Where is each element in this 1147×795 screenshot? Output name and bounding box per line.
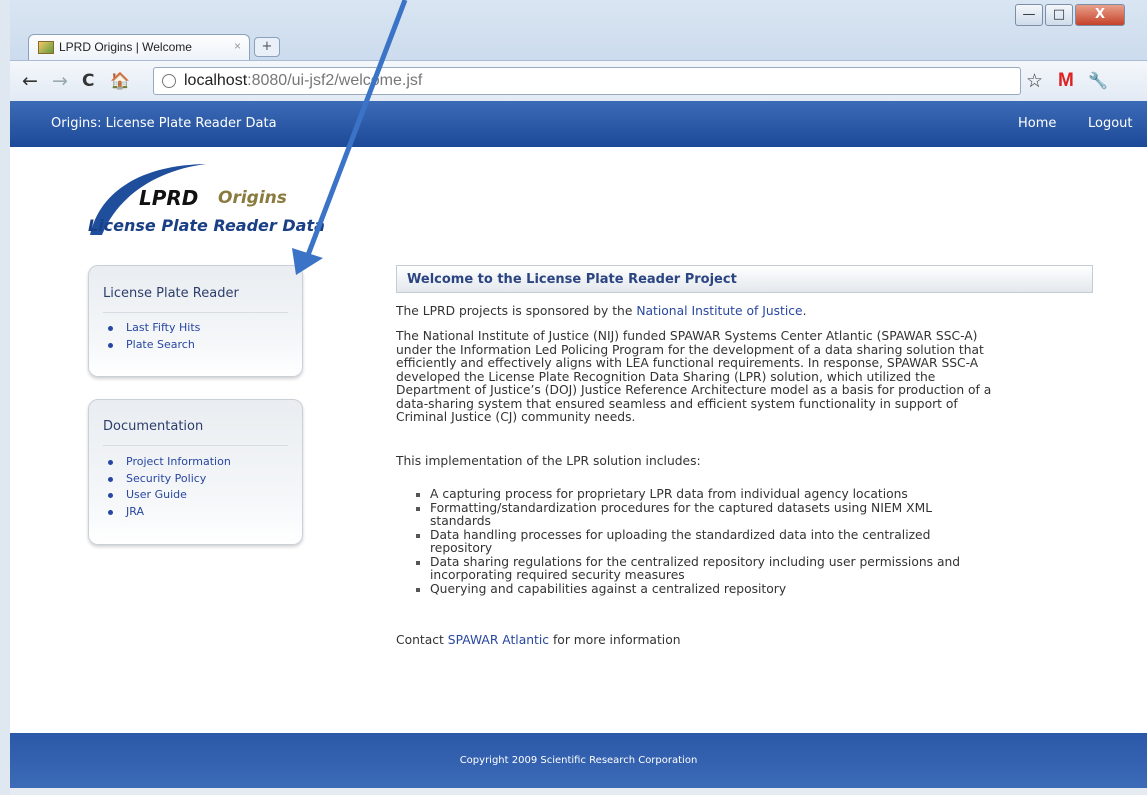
arrow-shaft [302, 0, 408, 264]
annotation-arrow-icon [292, 0, 408, 275]
